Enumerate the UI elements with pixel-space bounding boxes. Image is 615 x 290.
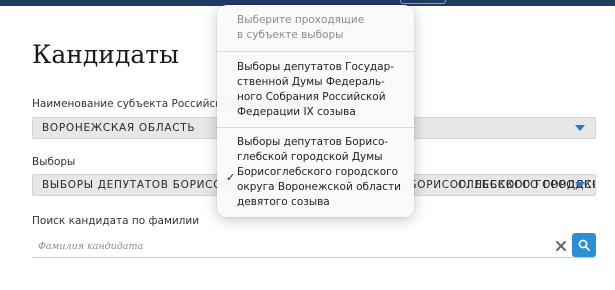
region-select-value: ВОРОНЕЖСКАЯ ОБЛАСТЬ [42, 122, 196, 134]
search-button[interactable] [572, 233, 596, 257]
option-text: девятого созыва [237, 196, 330, 208]
close-icon[interactable] [553, 238, 569, 254]
checkmark-icon: ✓ [226, 171, 236, 184]
dropdown-header-line: Выберите проходящие [237, 14, 365, 26]
dropdown-header: Выберите проходящие в субъекте выборы [237, 13, 407, 43]
search-input[interactable] [32, 236, 552, 257]
divider [217, 127, 414, 128]
divider [217, 51, 414, 52]
search-row [32, 233, 596, 258]
search-icon [578, 239, 590, 251]
option-text: Борисоглебского городского [237, 166, 399, 178]
page-title: Кандидаты [32, 40, 179, 69]
header-button[interactable] [400, 0, 446, 4]
elections-dropdown-menu: Выберите проходящие в субъекте выборы Вы… [217, 5, 414, 217]
elections-label: Выборы [32, 156, 76, 168]
dropdown-option-state-duma[interactable]: Выборы депутатов Государ- ственной Думы … [237, 60, 409, 120]
option-text: округа Воронежской области [237, 181, 401, 193]
option-text: Выборы депутатов Государ- [237, 61, 395, 73]
triangle-down-icon [575, 182, 585, 188]
dropdown-option-borisoglebsk-duma[interactable]: Выборы депутатов Борисо- глебской городс… [237, 135, 409, 210]
option-text: ного Собрания Российской [237, 91, 386, 103]
option-text: Выборы депутатов Борисо- [237, 136, 389, 148]
triangle-down-icon [575, 125, 585, 131]
option-text: Федерации IX созыва [237, 106, 356, 118]
option-text: ственной Думы Федераль- [237, 76, 385, 88]
option-text: глебской городской Думы [237, 151, 383, 163]
search-label: Поиск кандидата по фамилии [32, 215, 200, 227]
dropdown-header-line: в субъекте выборы [237, 29, 344, 41]
